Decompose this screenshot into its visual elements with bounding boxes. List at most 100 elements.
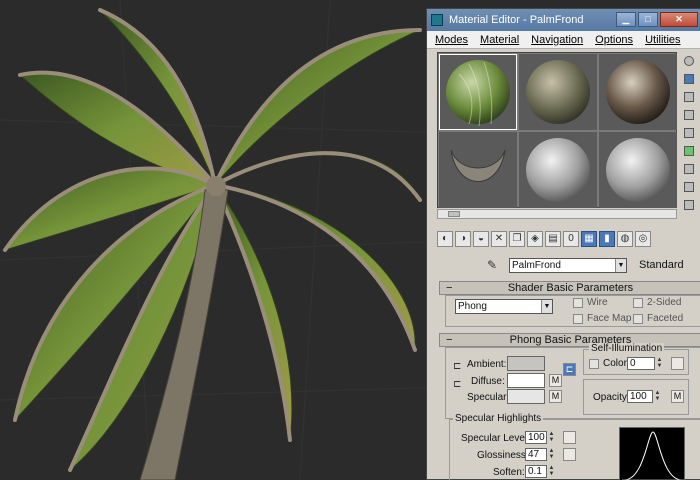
slots-scrollbar[interactable]	[437, 209, 677, 219]
glossiness-map-button[interactable]	[563, 448, 576, 461]
sample-slot-6[interactable]	[599, 132, 677, 208]
put-to-scene-icon[interactable]: ◑	[455, 231, 471, 247]
shader-basic-rollout-header[interactable]: − Shader Basic Parameters	[439, 281, 700, 295]
self-illum-map-button[interactable]	[671, 357, 684, 370]
desktop: Material Editor - PalmFrond ▁ □ ✕ Modes …	[0, 0, 700, 480]
go-to-parent-icon[interactable]: ◍	[617, 231, 633, 247]
close-button[interactable]: ✕	[660, 12, 698, 27]
glossiness-value[interactable]: 47	[525, 448, 547, 461]
background-icon[interactable]	[684, 92, 694, 102]
shader-dropdown[interactable]: Phong ▼	[455, 299, 553, 314]
backlight-icon[interactable]	[684, 74, 694, 84]
get-material-icon[interactable]: ◐	[437, 231, 453, 247]
go-forward-icon[interactable]: ◎	[635, 231, 651, 247]
reset-map-icon[interactable]: ✕	[491, 231, 507, 247]
spinner-arrows-icon[interactable]: ▲ ▼	[548, 448, 555, 461]
specular-color-swatch[interactable]	[507, 389, 545, 404]
assign-material-icon[interactable]: ◒	[473, 231, 489, 247]
show-end-result-icon[interactable]: ▮	[599, 231, 615, 247]
specular-level-map-button[interactable]	[563, 431, 576, 444]
menu-material[interactable]: Material	[480, 34, 519, 46]
self-illum-color-checkbox[interactable]: Color	[589, 358, 627, 369]
soften-value[interactable]: 0.1	[525, 465, 547, 478]
minimize-button[interactable]: ▁	[616, 12, 636, 27]
maximize-button[interactable]: □	[638, 12, 658, 27]
chevron-down-icon[interactable]: ▼	[615, 258, 626, 272]
checkbox-box	[573, 297, 583, 308]
specular-highlights-title: Specular Highlights	[453, 413, 544, 424]
menu-bar: Modes Material Navigation Options Utilit…	[427, 31, 700, 49]
make-preview-icon[interactable]	[684, 146, 694, 156]
material-type-button[interactable]: Standard	[639, 259, 684, 271]
sample-slot-4[interactable]	[439, 132, 517, 208]
select-by-material-icon[interactable]	[684, 182, 694, 192]
self-illum-title: Self-Illumination	[589, 343, 665, 354]
window-title: Material Editor - PalmFrond	[449, 14, 584, 26]
uv-tiling-icon[interactable]	[684, 110, 694, 120]
diffuse-label: Diffuse:	[471, 376, 505, 387]
specular-label: Specular:	[467, 392, 510, 403]
material-editor-window[interactable]: Material Editor - PalmFrond ▁ □ ✕ Modes …	[426, 8, 700, 480]
shader-value: Phong	[458, 301, 487, 312]
material-name-value: PalmFrond	[512, 259, 561, 271]
options-icon[interactable]	[684, 164, 694, 174]
face-map-label: Face Map	[587, 313, 632, 324]
spinner-arrows-icon[interactable]: ▲ ▼	[548, 431, 555, 444]
spinner-arrows-icon[interactable]: ▲ ▼	[548, 465, 555, 478]
specular-map-button[interactable]: M	[549, 390, 562, 403]
soften-label: Soften:	[493, 467, 525, 478]
faceted-checkbox[interactable]: Faceted	[633, 313, 683, 324]
sample-slot-5[interactable]	[519, 132, 597, 208]
side-toolbar	[682, 52, 700, 222]
sample-slot-1[interactable]	[439, 54, 517, 130]
lock-diffuse-specular-icon[interactable]: ⊏	[453, 379, 461, 390]
collapse-icon: −	[446, 282, 453, 294]
app-icon	[431, 14, 443, 26]
highlight-curve-graph	[619, 427, 685, 480]
opacity-value[interactable]: 100	[627, 390, 653, 403]
self-illum-color-label: Color	[603, 358, 627, 369]
make-unique-icon[interactable]: ◈	[527, 231, 543, 247]
spinner-arrows-icon[interactable]: ▲ ▼	[654, 390, 661, 403]
lock-ambient-diffuse-icon[interactable]: ⊏	[453, 361, 461, 372]
ambient-color-swatch[interactable]	[507, 356, 545, 371]
material-name-field[interactable]: PalmFrond ▼	[509, 257, 627, 273]
menu-navigation[interactable]: Navigation	[531, 34, 583, 46]
ambient-label: Ambient:	[467, 359, 507, 370]
material-id-icon[interactable]: 0	[563, 231, 579, 247]
menu-options[interactable]: Options	[595, 34, 633, 46]
checkbox-box	[589, 358, 599, 369]
menu-utilities[interactable]: Utilities	[645, 34, 680, 46]
two-sided-checkbox[interactable]: 2-Sided	[633, 297, 681, 308]
diffuse-map-button[interactable]: M	[549, 374, 562, 387]
checkbox-box	[633, 297, 643, 308]
diffuse-color-swatch[interactable]	[507, 373, 545, 388]
material-navigator-icon[interactable]	[684, 200, 694, 210]
faceted-label: Faceted	[647, 313, 684, 324]
sample-slot-3[interactable]	[599, 54, 677, 130]
face-map-checkbox[interactable]: Face Map	[573, 313, 631, 324]
scroll-thumb[interactable]	[448, 211, 460, 217]
wire-checkbox[interactable]: Wire	[573, 297, 608, 308]
self-illum-value[interactable]: 0	[627, 357, 655, 370]
wire-label: Wire	[587, 297, 608, 308]
sample-slots	[437, 52, 677, 208]
video-check-icon[interactable]	[684, 128, 694, 138]
specular-level-value[interactable]: 100	[525, 431, 547, 444]
specular-level-label: Specular Level:	[461, 433, 530, 444]
sample-type-icon[interactable]	[684, 56, 694, 66]
opacity-map-button[interactable]: M	[671, 390, 684, 403]
show-map-icon[interactable]: ▦	[581, 231, 597, 247]
menu-modes[interactable]: Modes	[435, 34, 468, 46]
title-bar[interactable]: Material Editor - PalmFrond ▁ □ ✕	[427, 9, 700, 31]
spinner-arrows-icon[interactable]: ▲ ▼	[656, 357, 663, 370]
sample-slot-2[interactable]	[519, 54, 597, 130]
make-copy-icon[interactable]: ❐	[509, 231, 525, 247]
collapse-icon: −	[446, 334, 453, 346]
put-to-library-icon[interactable]: ▤	[545, 231, 561, 247]
chevron-down-icon[interactable]: ▼	[541, 300, 552, 313]
lock-map-button[interactable]: ⊏	[563, 363, 576, 376]
opacity-label: Opacity:	[593, 392, 630, 403]
checkbox-box	[573, 313, 583, 324]
eyedropper-icon[interactable]: ✎	[487, 258, 501, 272]
